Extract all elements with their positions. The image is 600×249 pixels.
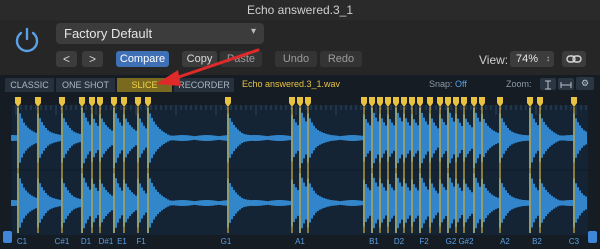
paste-button[interactable]: Paste [220, 51, 262, 67]
copy-button[interactable]: Copy [182, 51, 217, 67]
note-label: A1 [295, 237, 305, 246]
note-label: C3 [569, 237, 580, 246]
note-label: G1 [221, 237, 232, 246]
note-label: B1 [369, 237, 379, 246]
note-label: D1 [81, 237, 92, 246]
note-label: D2 [394, 237, 405, 246]
redo-button[interactable]: Redo [320, 51, 362, 67]
note-label: F1 [136, 237, 146, 246]
waveform-editor[interactable]: C1 C#1 D1 D#1 E1 F1 G1 A1 B1 D2 F2 G2 G#2 A2 B2 C3 [0, 75, 600, 249]
plugin-header: Factory Default ▾ < > Compare Copy Paste… [0, 20, 600, 75]
note-labels: C1 C#1 D1 D#1 E1 F1 G1 A1 B1 D2 F2 G2 G#2 A2 B2 C3 [17, 237, 580, 246]
title-bar: Echo answered.3_1 [0, 0, 600, 21]
note-label: B2 [532, 237, 542, 246]
view-label: View: [479, 53, 509, 67]
note-label: F2 [419, 237, 429, 246]
preset-select[interactable]: Factory Default ▾ [56, 23, 264, 44]
note-label: C1 [17, 237, 28, 246]
preset-name: Factory Default [64, 26, 153, 41]
view-zoom-select[interactable]: 74% ↕ [510, 51, 554, 67]
note-label: G2 [446, 237, 457, 246]
power-icon[interactable] [13, 26, 41, 54]
note-label: E1 [117, 237, 127, 246]
undo-button[interactable]: Undo [275, 51, 317, 67]
link-button[interactable] [562, 51, 586, 67]
chevron-updown-icon: ↕ [546, 54, 550, 63]
previous-preset-button[interactable]: < [56, 51, 77, 67]
note-label: D#1 [99, 237, 114, 246]
window-title: Echo answered.3_1 [246, 3, 354, 17]
chevron-down-icon: ▾ [250, 26, 256, 37]
scroll-right-button[interactable] [588, 231, 597, 243]
note-label: A2 [500, 237, 510, 246]
sampler-panel: CLASSIC ONE SHOT SLICE RECORDER Echo ans… [0, 75, 600, 249]
note-label: C#1 [55, 237, 70, 246]
link-icon [566, 55, 582, 63]
note-label: G#2 [458, 237, 474, 246]
scroll-left-button[interactable] [3, 231, 12, 243]
view-zoom-value: 74% [516, 53, 539, 65]
next-preset-button[interactable]: > [82, 51, 103, 67]
compare-button[interactable]: Compare [116, 51, 169, 67]
